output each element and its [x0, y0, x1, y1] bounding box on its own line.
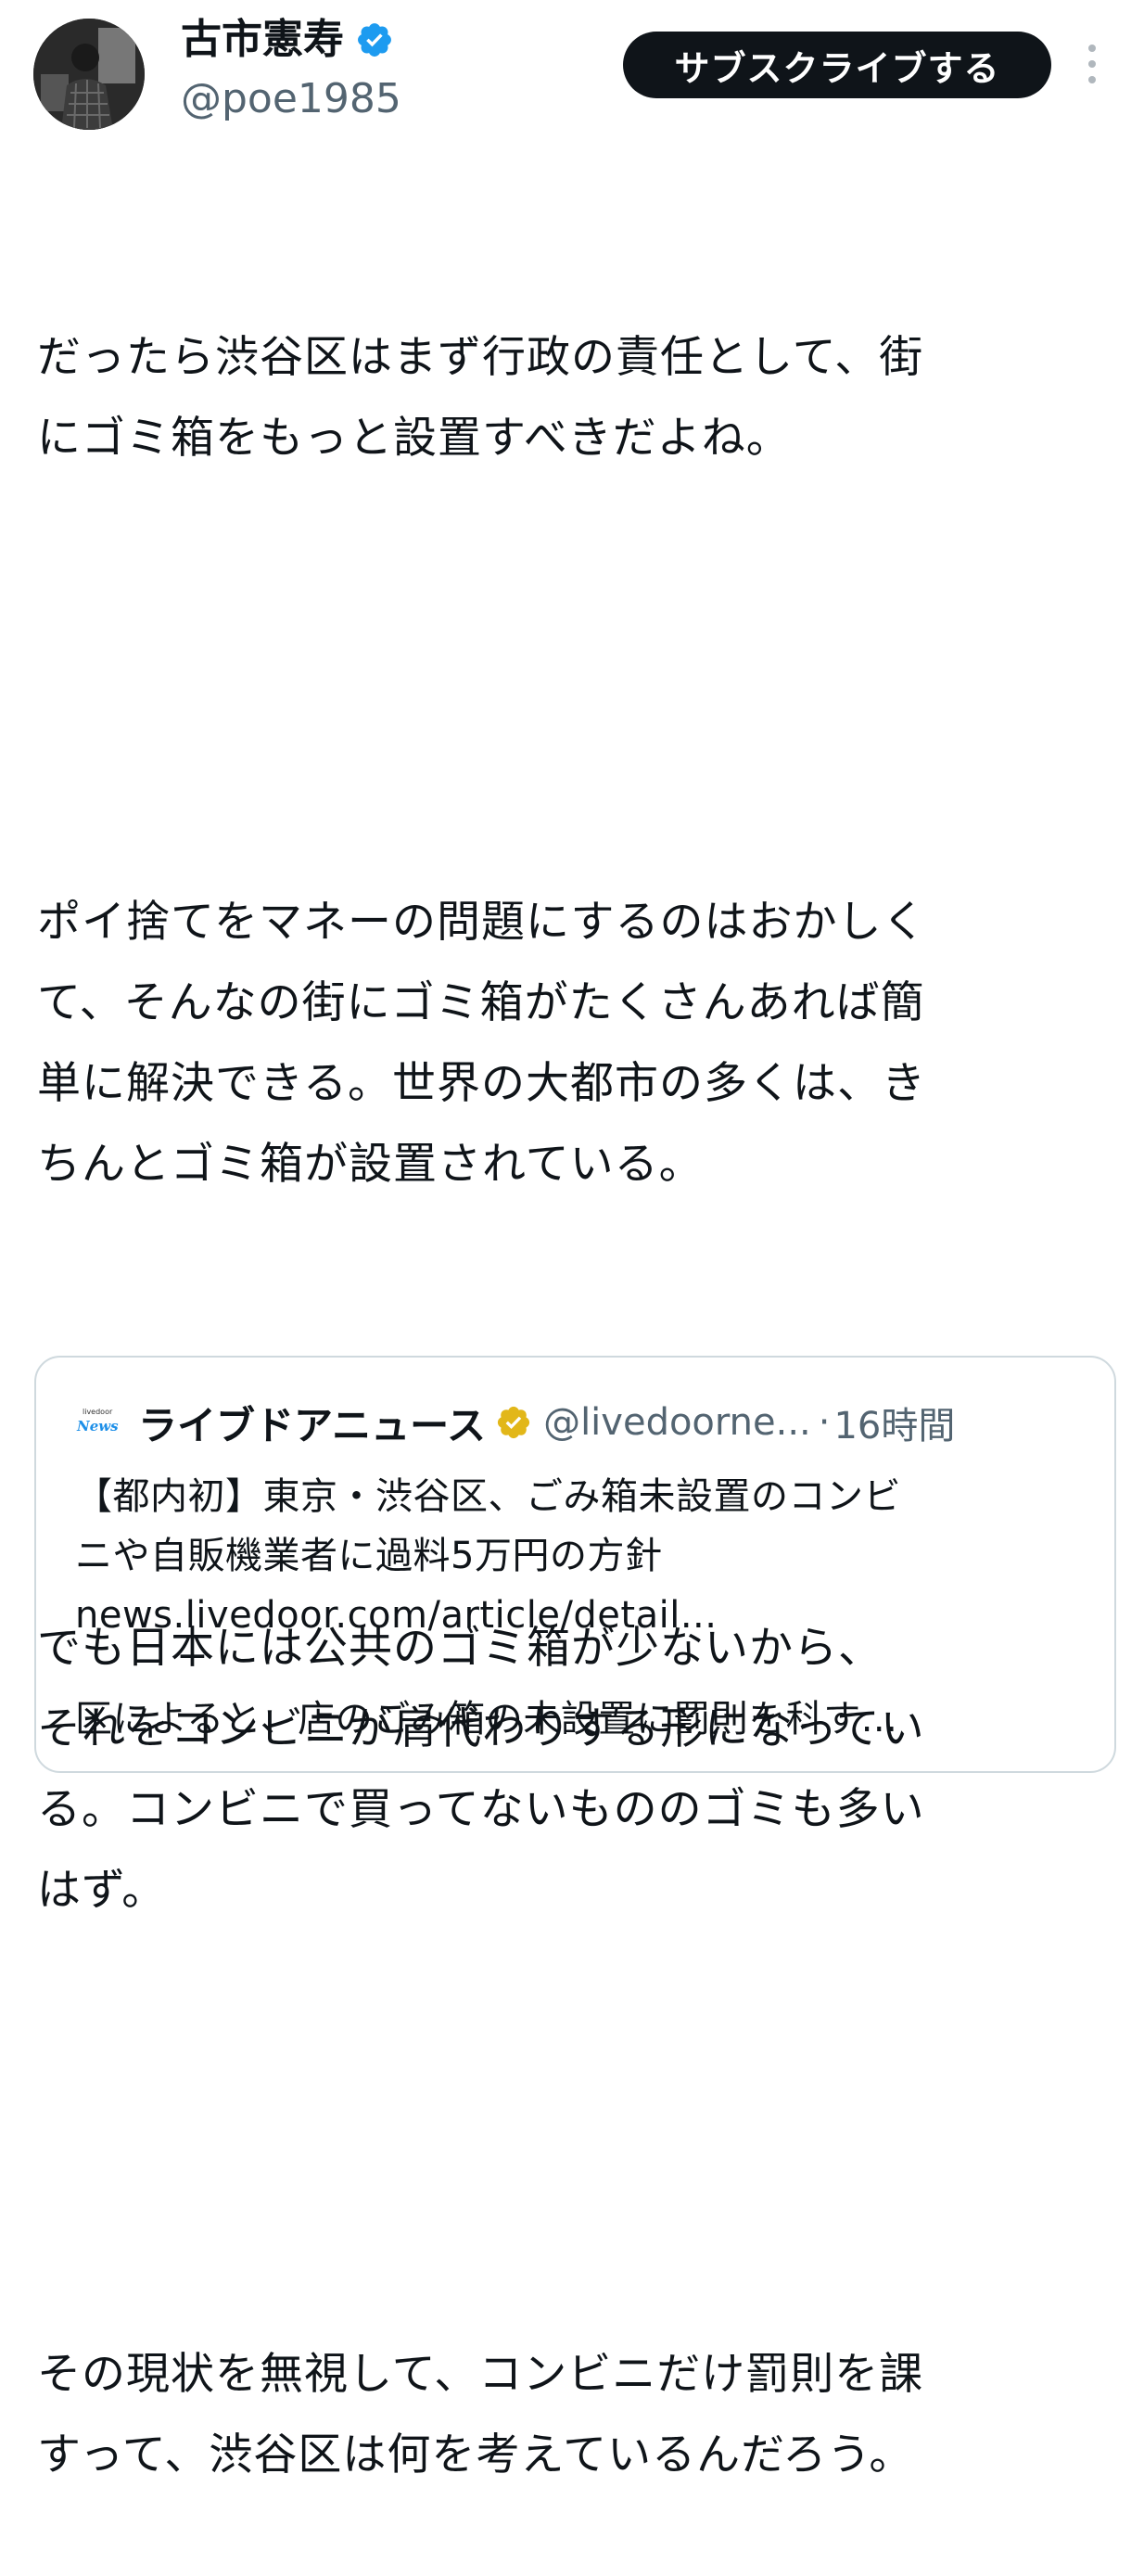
post-line: て、そんなの街にゴミ箱がたくさんあれば簡	[37, 977, 925, 1028]
article-link[interactable]: news.livedoor.com/article/detail...	[75, 1586, 1086, 1645]
quoted-headline-line: 【都内初】東京・渋谷区、ごみ箱未設置のコンビ	[75, 1475, 901, 1518]
quoted-post-card[interactable]: livedoor News ライブドアニュース @livedoorne... ·…	[34, 1356, 1116, 1773]
quoted-post-time[interactable]: 16時間	[833, 1396, 955, 1449]
post-line: ちんとゴミ箱が設置されている。	[37, 1139, 704, 1190]
post-line: すって、渋谷区は何を考えているんだろう。	[37, 2429, 914, 2480]
vertical-ellipsis-icon[interactable]	[1081, 41, 1103, 87]
post-line: 単に解決できる。世界の大都市の多くは、き	[37, 1058, 927, 1109]
author-handle[interactable]: @poe1985	[181, 75, 401, 123]
quoted-author-name[interactable]: ライブドアニュース	[138, 1395, 486, 1451]
post-paragraph: その現状を無視して、コンビニだけ罰則を課 すって、渋谷区は何を考えているんだろう…	[37, 2334, 1122, 2495]
author-avatar[interactable]	[33, 19, 145, 130]
author-name-row: 古市憲寿	[181, 16, 394, 64]
post-line: だったら渋谷区はまず行政の責任として、街	[37, 332, 924, 383]
logo-small-text: livedoor	[83, 1408, 113, 1416]
post-header: 古市憲寿 @poe1985 サブスクライブする	[0, 0, 1144, 139]
quoted-author-handle[interactable]: @livedoorne...	[543, 1401, 811, 1444]
dot-separator: ·	[818, 1401, 831, 1444]
livedoor-news-avatar[interactable]: livedoor News	[75, 1404, 121, 1441]
post-line: その現状を無視して、コンビニだけ罰則を課	[37, 2349, 924, 2400]
logo-word: News	[77, 1418, 119, 1435]
avatar-photo	[33, 19, 145, 130]
quoted-headline-line: ニや自販機業者に過料5万円の方針	[75, 1535, 663, 1577]
post-paragraph: ポイ捨てをマネーの問題にするのはおかしく て、そんなの街にゴミ箱がたくさんあれば…	[37, 882, 1122, 1205]
post-line: る。コンビニで買ってないもののゴミも多い	[37, 1784, 925, 1835]
post-paragraph: だったら渋谷区はまず行政の責任として、街 にゴミ箱をもっと設置すべきだよね。	[37, 317, 1122, 478]
author-display-name[interactable]: 古市憲寿	[181, 16, 344, 64]
blue-checkmark-icon[interactable]	[355, 20, 394, 59]
quoted-post-excerpt: 区によると、店のごみ箱の未設置に罰則を科す...	[75, 1698, 898, 1741]
post-line: にゴミ箱をもっと設置すべきだよね。	[37, 413, 791, 464]
post-line: ポイ捨てをマネーの問題にするのはおかしく	[37, 897, 927, 948]
quoted-post-text: 【都内初】東京・渋谷区、ごみ箱未設置のコンビ ニや自販機業者に過料5万円の方針 …	[75, 1467, 1086, 1645]
post-line: はず。	[37, 1865, 167, 1916]
quoted-post-header: livedoor News ライブドアニュース @livedoorne... ·…	[75, 1395, 1095, 1450]
subscribe-button[interactable]: サブスクライブする	[623, 32, 1051, 98]
gold-checkmark-icon[interactable]	[495, 1404, 532, 1441]
